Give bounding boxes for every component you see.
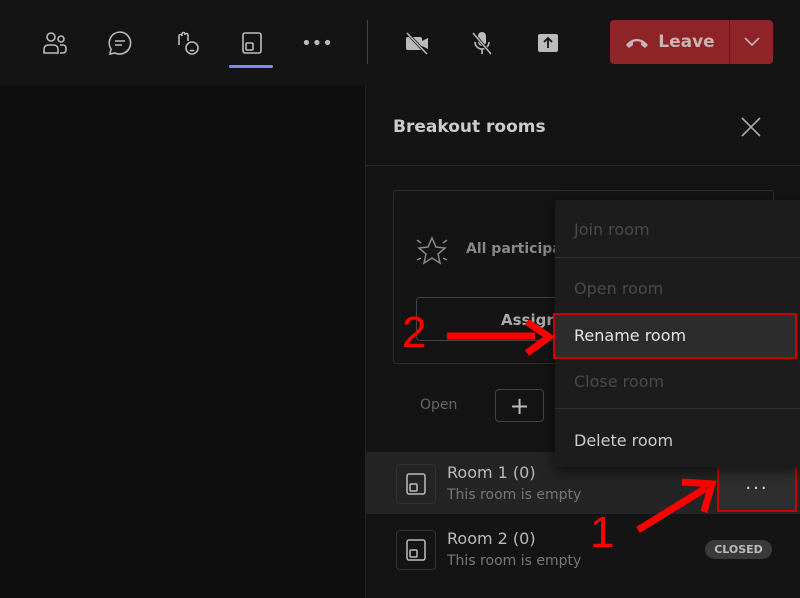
camera-toggle[interactable] bbox=[400, 26, 434, 60]
annotation-step-2: 2 bbox=[402, 308, 427, 357]
mic-off-icon bbox=[471, 32, 493, 55]
more-button[interactable]: ••• bbox=[300, 26, 334, 60]
room-more-options-button[interactable]: ··· bbox=[717, 464, 797, 512]
room-status: This room is empty bbox=[447, 553, 582, 569]
menu-item-delete-room[interactable]: Delete room bbox=[555, 419, 800, 463]
close-icon[interactable] bbox=[738, 114, 764, 140]
annotation-arrow-2 bbox=[447, 319, 556, 356]
reactions-icon bbox=[178, 31, 199, 55]
more-icon: ••• bbox=[301, 32, 333, 54]
share-icon bbox=[538, 34, 558, 52]
room-icon bbox=[396, 464, 436, 504]
menu-item-rename-room[interactable]: Rename room bbox=[553, 313, 797, 359]
room-context-menu: Join room Open room Rename room Close ro… bbox=[553, 200, 800, 467]
hang-up-icon bbox=[626, 39, 649, 48]
menu-item-close-room[interactable]: Close room bbox=[555, 360, 800, 404]
reactions-button[interactable] bbox=[170, 26, 204, 60]
meeting-stage bbox=[0, 85, 365, 598]
active-tab-indicator bbox=[229, 65, 273, 68]
room-name: Room 1 (0) bbox=[447, 463, 536, 482]
toolbar-divider bbox=[367, 20, 368, 64]
menu-item-open-room[interactable]: Open room bbox=[555, 267, 800, 311]
camera-off-icon bbox=[405, 31, 429, 56]
room-icon bbox=[396, 530, 436, 570]
all-participants-label: All participa bbox=[466, 241, 562, 257]
open-button[interactable]: Open bbox=[420, 397, 457, 413]
leave-button-group: Leave bbox=[610, 20, 773, 64]
add-room-button[interactable]: + bbox=[495, 389, 544, 422]
room-name: Room 2 (0) bbox=[447, 529, 536, 548]
panel-title: Breakout rooms bbox=[393, 117, 546, 137]
people-button[interactable] bbox=[38, 26, 72, 60]
panel-divider bbox=[365, 165, 800, 166]
star-icon bbox=[416, 236, 448, 265]
menu-item-join-room[interactable]: Join room bbox=[555, 208, 800, 252]
mic-toggle[interactable] bbox=[465, 26, 499, 60]
chat-button[interactable] bbox=[103, 26, 137, 60]
share-button[interactable] bbox=[531, 26, 565, 60]
people-icon bbox=[43, 32, 67, 54]
breakout-rooms-button[interactable] bbox=[235, 26, 269, 60]
leave-label: Leave bbox=[658, 32, 715, 52]
annotation-step-1: 1 bbox=[590, 508, 615, 557]
closed-badge: CLOSED bbox=[705, 540, 772, 559]
leave-button[interactable]: Leave bbox=[610, 20, 730, 64]
leave-options-button[interactable] bbox=[730, 37, 773, 47]
menu-divider bbox=[555, 408, 800, 409]
chat-icon bbox=[108, 31, 132, 56]
breakout-rooms-icon bbox=[242, 32, 262, 54]
menu-divider bbox=[555, 257, 800, 258]
annotation-arrow-1 bbox=[636, 478, 717, 533]
room-status: This room is empty bbox=[447, 487, 582, 503]
meeting-toolbar: ••• Leave bbox=[0, 0, 800, 85]
chevron-down-icon bbox=[743, 37, 760, 47]
